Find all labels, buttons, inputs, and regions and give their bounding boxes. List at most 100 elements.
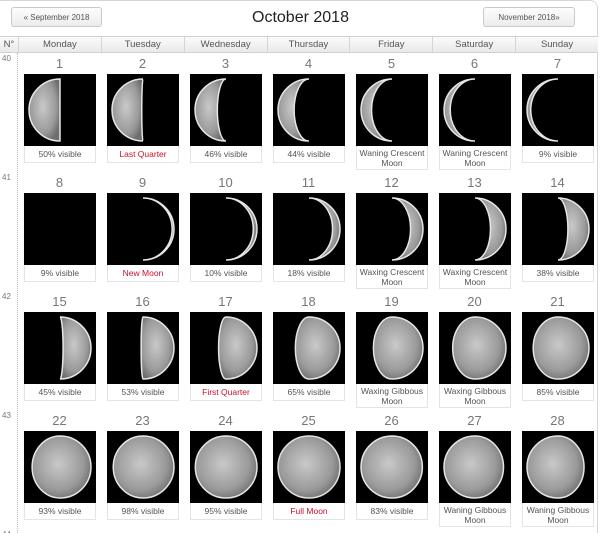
day-number: 13 — [467, 175, 482, 190]
moon-phase-image[interactable] — [107, 74, 179, 146]
moon-phase-image[interactable] — [190, 193, 262, 265]
day-cell[interactable]: 16 53% visible — [101, 291, 184, 410]
moon-phase-image[interactable] — [356, 74, 428, 146]
moon-phase-image[interactable] — [190, 312, 262, 384]
day-number: 19 — [384, 294, 399, 309]
moon-phase-label: 9% visible — [24, 265, 96, 282]
day-cell[interactable]: 3 46% visible — [184, 53, 267, 172]
day-number: 16 — [135, 294, 150, 309]
day-number: 4 — [304, 56, 313, 71]
moon-phase-label: Waning Gibbous Moon — [439, 503, 511, 527]
day-cell[interactable]: 12 Waxing Crescent Moon — [350, 172, 433, 291]
day-cell[interactable]: 21 85% visible — [516, 291, 599, 410]
moon-phase-image[interactable] — [439, 74, 511, 146]
moon-phase-image[interactable] — [107, 312, 179, 384]
day-number: 15 — [52, 294, 67, 309]
moon-phase-image[interactable] — [522, 74, 594, 146]
day-number: 1 — [55, 56, 64, 71]
moon-phase-image[interactable] — [439, 431, 511, 503]
moon-phase-image[interactable] — [24, 193, 96, 265]
day-number: 11 — [301, 175, 316, 190]
moon-phase-image[interactable] — [356, 312, 428, 384]
moon-phase-image[interactable] — [24, 312, 96, 384]
moon-phase-label: 93% visible — [24, 503, 96, 520]
day-number: 23 — [135, 413, 150, 428]
day-cell[interactable]: 27 Waning Gibbous Moon — [433, 410, 516, 529]
day-cell[interactable]: 24 95% visible — [184, 410, 267, 529]
day-cell[interactable]: 2 Last Quarter — [101, 53, 184, 172]
moon-phase-label: 85% visible — [522, 384, 594, 401]
moon-event-label: New Moon — [107, 265, 179, 282]
moon-phase-image[interactable] — [522, 193, 594, 265]
day-cell[interactable]: 9 New Moon — [101, 172, 184, 291]
day-cell[interactable]: 8 9% visible — [18, 172, 101, 291]
moon-phase-image[interactable] — [273, 312, 345, 384]
moon-phase-image[interactable] — [439, 312, 511, 384]
moon-phase-image[interactable] — [356, 193, 428, 265]
weekday-header-saturday: Saturday — [432, 37, 515, 52]
moon-phase-label: 95% visible — [190, 503, 262, 520]
day-cell[interactable]: 19 Waxing Gibbous Moon — [350, 291, 433, 410]
day-number: 6 — [470, 56, 479, 71]
day-cell[interactable]: 25 Full Moon — [267, 410, 350, 529]
day-number: 17 — [218, 294, 233, 309]
moon-phase-image[interactable] — [273, 431, 345, 503]
day-cell[interactable]: 7 9% visible — [516, 53, 599, 172]
moon-phase-label: Waxing Gibbous Moon — [439, 384, 511, 408]
day-cell[interactable]: 22 93% visible — [18, 410, 101, 529]
day-number: 28 — [550, 413, 565, 428]
day-cell[interactable]: 15 45% visible — [18, 291, 101, 410]
week-number-header: N° — [3, 39, 15, 50]
day-cell[interactable]: 10 10% visible — [184, 172, 267, 291]
day-cell[interactable]: 17 First Quarter — [184, 291, 267, 410]
moon-phase-image[interactable] — [24, 74, 96, 146]
moon-phase-image[interactable] — [273, 193, 345, 265]
moon-phase-label: 9% visible — [522, 146, 594, 163]
day-cell[interactable]: 6 Waning Crescent Moon — [433, 53, 516, 172]
moon-phase-image[interactable] — [190, 431, 262, 503]
moon-phase-image[interactable] — [190, 74, 262, 146]
day-number: 9 — [138, 175, 147, 190]
day-cell[interactable]: 1 50% visible — [18, 53, 101, 172]
week-row: 22 93% visible 23 98% visible 24 95% visib… — [18, 410, 599, 529]
day-cell[interactable]: 28 Waning Gibbous Moon — [516, 410, 599, 529]
week-row: 1 50% visible 2 Last Quarter 3 46% visible… — [18, 53, 599, 172]
weekday-header-thursday: Thursday — [266, 37, 350, 52]
moon-phase-image[interactable] — [107, 431, 179, 503]
moon-phase-label: Waxing Gibbous Moon — [356, 384, 428, 408]
new-moon-icon — [24, 193, 96, 265]
moon-phase-image[interactable] — [522, 431, 594, 503]
moon-phase-label: 44% visible — [273, 146, 345, 163]
calendar-header: « September 2018 October 2018 November 2… — [0, 0, 601, 36]
moon-phase-image[interactable] — [24, 431, 96, 503]
day-cell[interactable]: 18 65% visible — [267, 291, 350, 410]
moon-phase-label: 45% visible — [24, 384, 96, 401]
day-cell[interactable]: 20 Waxing Gibbous Moon — [433, 291, 516, 410]
week-number: 40 — [2, 54, 11, 63]
day-number: 12 — [384, 175, 399, 190]
weekday-header-monday: Monday — [17, 37, 101, 52]
day-number: 22 — [52, 413, 67, 428]
week-row: 15 45% visible 16 53% visible 17 First Qua… — [18, 291, 599, 410]
moon-phase-image[interactable] — [356, 431, 428, 503]
moon-event-label: First Quarter — [190, 384, 262, 401]
day-cell[interactable]: 26 83% visible — [350, 410, 433, 529]
day-cell[interactable]: 4 44% visible — [267, 53, 350, 172]
day-cell[interactable]: 11 18% visible — [267, 172, 350, 291]
day-cell[interactable]: 13 Waxing Crescent Moon — [433, 172, 516, 291]
day-number: 27 — [467, 413, 482, 428]
day-number: 5 — [387, 56, 396, 71]
moon-phase-label: Waning Crescent Moon — [439, 146, 511, 170]
moon-phase-image[interactable] — [522, 312, 594, 384]
moon-phase-label: 83% visible — [356, 503, 428, 520]
moon-phase-image[interactable] — [107, 193, 179, 265]
weekday-header-friday: Friday — [349, 37, 432, 52]
moon-phase-image[interactable] — [439, 193, 511, 265]
week-number: 41 — [2, 173, 11, 182]
day-cell[interactable]: 5 Waning Crescent Moon — [350, 53, 433, 172]
next-month-button[interactable]: November 2018» — [483, 7, 575, 27]
moon-phase-label: 65% visible — [273, 384, 345, 401]
day-cell[interactable]: 23 98% visible — [101, 410, 184, 529]
day-cell[interactable]: 14 38% visible — [516, 172, 599, 291]
moon-phase-image[interactable] — [273, 74, 345, 146]
